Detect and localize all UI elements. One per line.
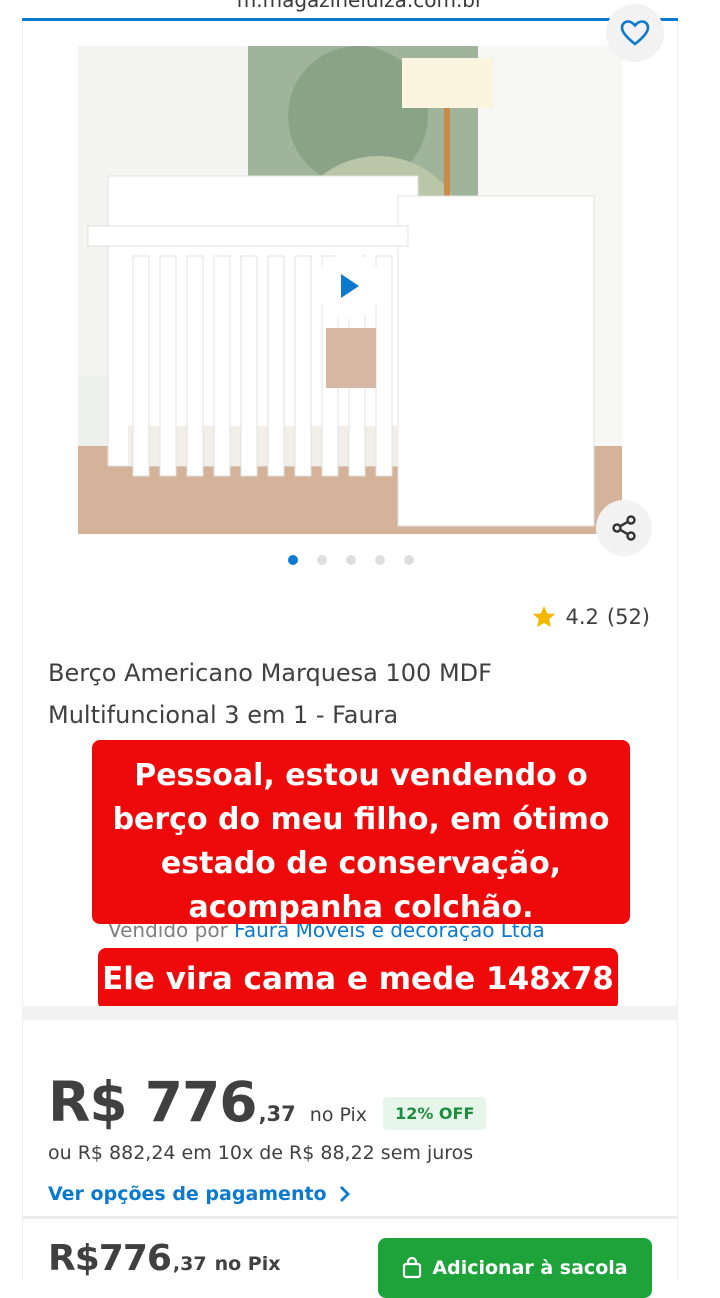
browser-url[interactable]: m.magazineluiza.com.br xyxy=(0,0,720,12)
gallery-dots xyxy=(288,555,414,565)
price-cents: ,37 xyxy=(258,1102,296,1126)
favorite-button[interactable] xyxy=(606,4,664,62)
rating-count: (52) xyxy=(606,605,650,629)
chevron-right-icon xyxy=(339,1186,350,1202)
add-to-bag-label: Adicionar à sacola xyxy=(432,1257,628,1279)
price-block: R$ 776 ,37 no Pix 12% OFF xyxy=(48,1070,487,1134)
gallery-dot-3[interactable] xyxy=(346,555,356,565)
bottom-pix-label: no Pix xyxy=(214,1253,281,1275)
gallery-dot-2[interactable] xyxy=(317,555,327,565)
rating-value: 4.2 xyxy=(565,605,599,629)
story-overlay-text-1: Pessoal, estou vendendo o berço do meu f… xyxy=(92,740,630,925)
gallery-dot-4[interactable] xyxy=(375,555,385,565)
share-button[interactable] xyxy=(596,500,652,556)
page-frame-left xyxy=(22,22,23,1280)
product-title: Berço Americano Marquesa 100 MDF Multifu… xyxy=(48,659,492,729)
price-main: R$ 776 xyxy=(48,1070,258,1134)
play-video-button[interactable] xyxy=(316,253,382,319)
bottom-price-main: R$776 xyxy=(48,1238,172,1279)
star-icon xyxy=(533,605,556,628)
story-overlay-text-2: Ele vira cama e mede 148x78 xyxy=(98,948,618,1010)
play-icon xyxy=(341,274,359,298)
gallery-dot-5[interactable] xyxy=(404,555,414,565)
shopping-bag-icon xyxy=(403,1257,422,1279)
page-frame-right xyxy=(677,22,678,1280)
section-divider xyxy=(22,1006,678,1020)
payment-options-label: Ver opções de pagamento xyxy=(48,1183,327,1205)
gallery-dot-1[interactable] xyxy=(288,555,298,565)
bottom-bar-divider xyxy=(22,1216,678,1219)
heart-outline-icon xyxy=(620,20,650,46)
discount-badge: 12% OFF xyxy=(383,1097,487,1130)
payment-options-link[interactable]: Ver opções de pagamento xyxy=(48,1183,351,1205)
bottom-price-cents: ,37 xyxy=(172,1253,207,1275)
product-rating[interactable]: 4.2 (52) xyxy=(531,604,650,630)
pix-label: no Pix xyxy=(309,1104,368,1126)
add-to-bag-button[interactable]: Adicionar à sacola xyxy=(378,1238,652,1298)
url-progress-bar xyxy=(22,18,678,21)
share-icon xyxy=(612,515,636,541)
bottom-price: R$776 ,37 no Pix xyxy=(48,1238,280,1279)
installments-text: ou R$ 882,24 em 10x de R$ 88,22 sem juro… xyxy=(48,1142,474,1164)
